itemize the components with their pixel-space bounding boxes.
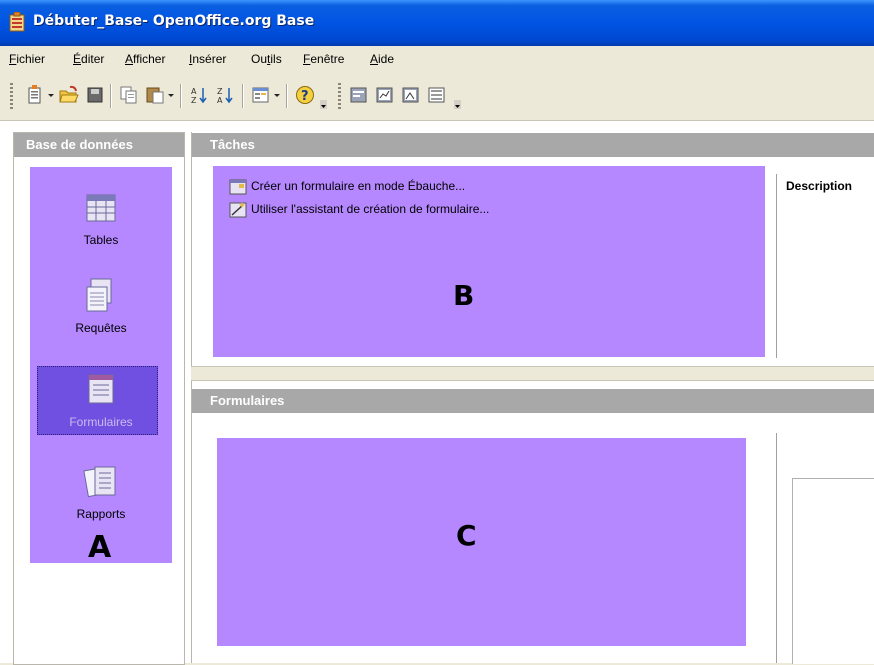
- nav-item-reports[interactable]: Rapports: [41, 461, 161, 521]
- menu-afficher-access: A: [125, 52, 134, 66]
- database-pane-header: Base de données: [14, 133, 184, 157]
- menu-fenetre[interactable]: Fenêtre: [303, 52, 344, 66]
- new-report-icon[interactable]: [374, 84, 396, 106]
- menu-aide-rest: ide: [378, 52, 395, 66]
- task-form-wizard[interactable]: Utiliser l'assistant de création de form…: [229, 201, 489, 219]
- task-create-form-design[interactable]: Créer un formulaire en mode Ébauche...: [229, 178, 465, 196]
- paste-dropdown-arrow[interactable]: [168, 94, 174, 97]
- form-design-task-icon: [229, 179, 247, 195]
- nav-item-tables[interactable]: Tables: [41, 187, 161, 247]
- menu-outils[interactable]: Outils: [251, 52, 282, 66]
- document-preview: [792, 478, 874, 664]
- menu-outils-rest: ils: [270, 52, 282, 66]
- preview-divider: [776, 433, 777, 663]
- nav-item-tables-label: Tables: [83, 233, 119, 247]
- menu-inserer[interactable]: Insérer: [189, 52, 226, 66]
- tasks-pane-header: Tâches: [192, 133, 874, 157]
- help-icon[interactable]: ?: [294, 84, 316, 106]
- save-icon[interactable]: [84, 84, 106, 106]
- database-window-content: Base de données Tâches Formulaires Descr…: [0, 121, 874, 665]
- menu-inserer-rest: nsérer: [192, 52, 227, 66]
- annotation-label-a: A: [88, 530, 112, 565]
- menu-fichier[interactable]: Fichier: [9, 52, 45, 66]
- description-divider: [776, 174, 777, 358]
- title-bar: Débuter_Base- OpenOffice.org Base: [0, 0, 874, 46]
- svg-text:Z: Z: [191, 96, 197, 105]
- toolbar-separator: [286, 84, 288, 108]
- sort-descending-icon[interactable]: Z A: [214, 84, 236, 106]
- window-title: Débuter_Base- OpenOffice.org Base: [33, 13, 315, 29]
- svg-text:A: A: [191, 87, 197, 96]
- annotation-label-c: C: [456, 519, 477, 552]
- standard-toolbar: A Z Z A ?: [0, 74, 874, 121]
- nav-item-forms[interactable]: Formulaires: [41, 369, 161, 429]
- menu-editer-rest: diter: [81, 52, 105, 66]
- toolbar-grip[interactable]: [10, 83, 13, 109]
- copy-icon[interactable]: [118, 84, 140, 106]
- annotation-overlay-c: [217, 438, 746, 646]
- new-query-icon[interactable]: [400, 84, 422, 106]
- task-form-wizard-label: Utiliser l'assistant de création de form…: [251, 202, 490, 217]
- menu-aide-access: A: [370, 52, 379, 66]
- form-design-icon[interactable]: [250, 84, 272, 106]
- toolbar-separator: [180, 84, 182, 108]
- toolbar-overflow-icon[interactable]: [320, 100, 327, 109]
- svg-text:Z: Z: [217, 87, 223, 96]
- new-form-icon[interactable]: [348, 84, 370, 106]
- toolbar-grip[interactable]: [338, 83, 341, 109]
- form-wizard-task-icon: [229, 202, 247, 218]
- openoffice-base-icon: [9, 12, 25, 32]
- new-document-icon[interactable]: [24, 84, 46, 106]
- menu-afficher[interactable]: Afficher: [125, 52, 165, 66]
- annotation-label-b: B: [453, 279, 475, 312]
- new-document-dropdown-arrow[interactable]: [48, 94, 54, 97]
- toolbar-overflow-icon[interactable]: [454, 100, 461, 109]
- pane-splitter[interactable]: [191, 366, 874, 381]
- menu-afficher-rest: fficher: [133, 52, 166, 66]
- svg-text:?: ?: [301, 89, 309, 104]
- new-table-icon[interactable]: [426, 84, 448, 106]
- menu-bar: Fichier Éditer Afficher Insérer Outils F…: [0, 46, 874, 74]
- menu-fichier-rest: ichier: [16, 52, 46, 66]
- nav-item-queries-label: Requêtes: [75, 321, 127, 335]
- sort-ascending-icon[interactable]: A Z: [188, 84, 210, 106]
- svg-text:A: A: [217, 96, 223, 105]
- menu-editer-access: É: [73, 52, 82, 66]
- toolbar-separator: [242, 84, 244, 108]
- tables-icon: [86, 194, 116, 222]
- toolbar-separator: [110, 84, 112, 108]
- forms-pane-header: Formulaires: [192, 389, 874, 413]
- menu-fenetre-rest: enêtre: [310, 52, 345, 66]
- forms-icon: [88, 374, 114, 404]
- paste-icon[interactable]: [144, 84, 166, 106]
- task-create-form-design-label: Créer un formulaire en mode Ébauche...: [251, 179, 466, 194]
- nav-item-reports-label: Rapports: [76, 507, 126, 521]
- menu-editer[interactable]: Éditer: [73, 52, 104, 66]
- queries-icon: [86, 278, 112, 312]
- nav-item-forms-label: Formulaires: [69, 415, 133, 429]
- nav-item-queries[interactable]: Requêtes: [41, 275, 161, 335]
- menu-aide[interactable]: Aide: [370, 52, 394, 66]
- reports-icon: [83, 466, 116, 498]
- menu-outils-pre: Ou: [251, 52, 268, 66]
- form-design-dropdown-arrow[interactable]: [274, 94, 280, 97]
- description-label: Description: [786, 179, 853, 193]
- open-folder-icon[interactable]: [58, 84, 80, 106]
